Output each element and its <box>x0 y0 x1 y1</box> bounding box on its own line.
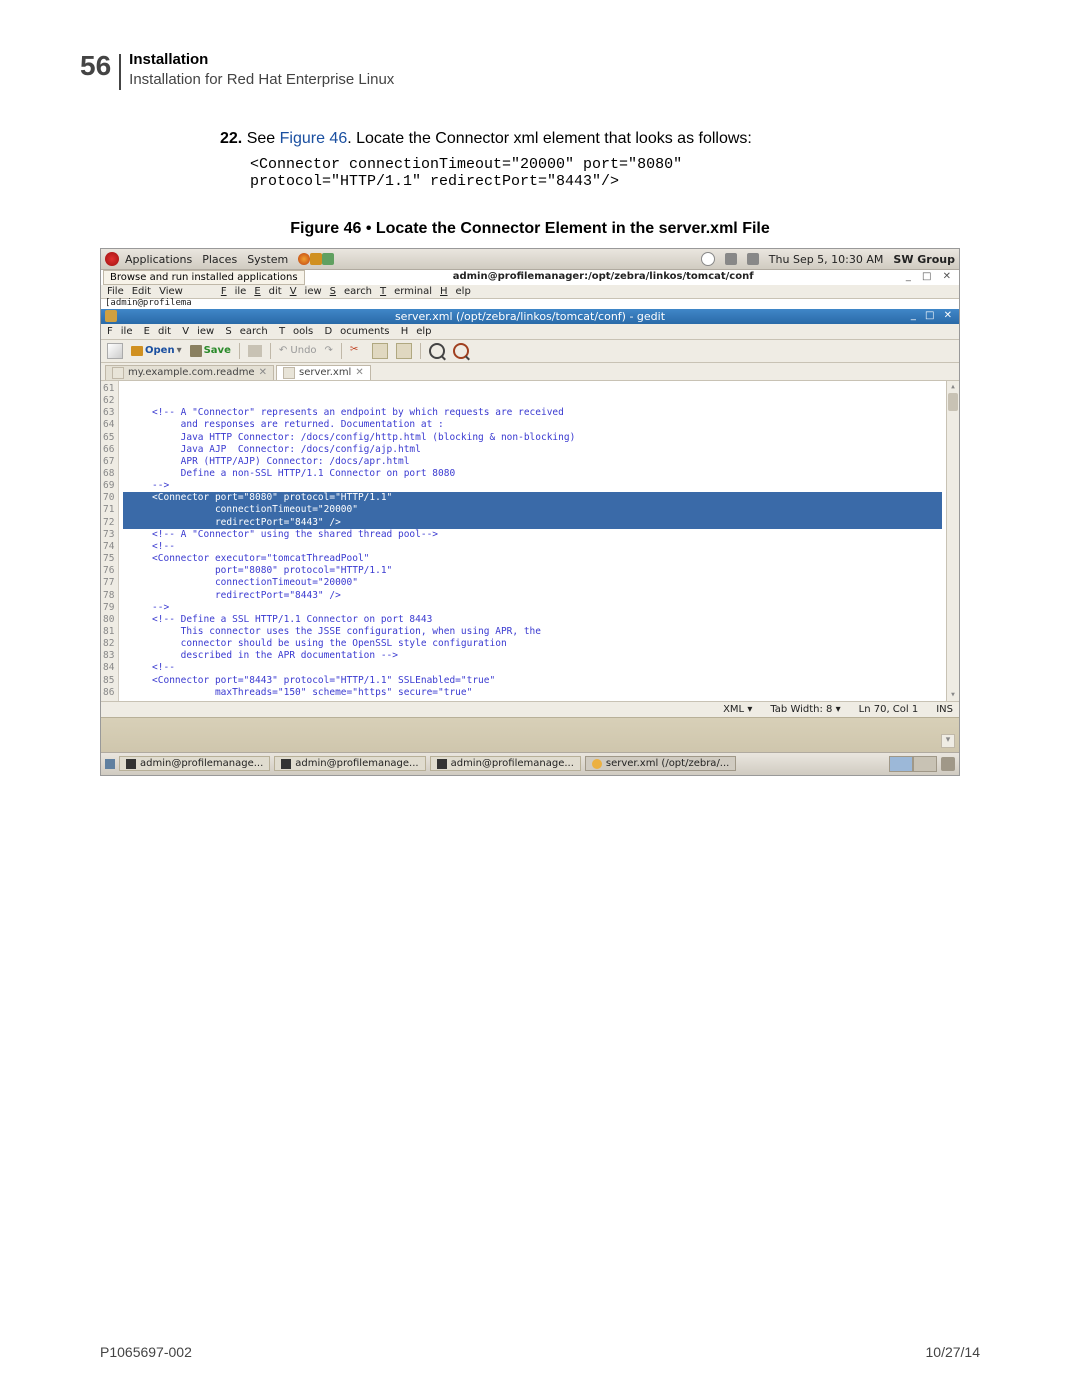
open-button[interactable]: Open ▾ <box>131 345 182 356</box>
app-icon[interactable] <box>322 253 334 265</box>
header-title: Installation <box>129 50 394 70</box>
terminal-file-menu[interactable]: File <box>221 286 246 297</box>
applications-menu[interactable]: Applications <box>125 253 192 266</box>
terminal-body: [admin@profilema <box>101 299 959 309</box>
tab-width-selector[interactable]: Tab Width: 8 ▾ <box>770 704 840 715</box>
page-footer: P1065697-002 10/27/14 <box>100 1344 980 1360</box>
step-22: 22. See Figure 46. Locate the Connector … <box>220 130 980 148</box>
system-menu[interactable]: System <box>247 253 288 266</box>
user-menu[interactable]: SW Group <box>893 253 955 266</box>
save-button[interactable]: Save <box>190 345 231 357</box>
new-icon[interactable] <box>107 343 123 359</box>
gedit-titlebar[interactable]: server.xml (/opt/zebra/linkos/tomcat/con… <box>101 309 959 324</box>
insert-mode: INS <box>936 704 953 715</box>
places-menu[interactable]: Places <box>202 253 237 266</box>
terminal-title: admin@profilemanager:/opt/zebra/linkos/t… <box>305 270 902 282</box>
info-icon[interactable] <box>701 252 715 266</box>
gedit-menubar: File Edit View Search Tools Documents He… <box>101 324 959 340</box>
taskbar-item-terminal[interactable]: admin@profilemanage... <box>119 756 270 771</box>
document-date: 10/27/14 <box>926 1344 981 1360</box>
volume-icon[interactable] <box>725 253 737 265</box>
gedit-file-menu[interactable]: File <box>107 326 132 337</box>
gedit-tabs: my.example.com.readme ✕ server.xml ✕ <box>101 363 959 381</box>
find-icon[interactable] <box>429 343 445 359</box>
page-number: 56 <box>80 50 111 82</box>
figure-caption: Figure 46 • Locate the Connector Element… <box>80 220 980 238</box>
print-button[interactable] <box>248 345 262 357</box>
code-content[interactable]: <!-- A "Connector" represents an endpoin… <box>119 381 946 701</box>
step-number: 22. <box>220 130 242 147</box>
file-icon <box>112 367 124 379</box>
gedit-app-icon <box>105 310 117 322</box>
header-divider <box>119 54 121 90</box>
network-icon[interactable] <box>747 253 759 265</box>
undo-button: ↶ Undo <box>279 345 317 356</box>
cut-icon[interactable]: ✂ <box>350 344 364 358</box>
header-subtitle: Installation for Red Hat Enterprise Linu… <box>129 70 394 90</box>
tab-server-xml[interactable]: server.xml ✕ <box>276 365 371 380</box>
gnome-bottom-panel: admin@profilemanage... admin@profilemana… <box>101 752 959 775</box>
taskbar-item-terminal[interactable]: admin@profilemanage... <box>430 756 581 771</box>
desktop-background: ▾ <box>101 717 959 752</box>
editor-area[interactable]: 6162636465666768697071727374757677787980… <box>101 381 959 701</box>
terminal-view-menu[interactable]: View <box>290 286 322 297</box>
terminal-edit-menu[interactable]: Edit <box>254 286 281 297</box>
show-desktop-icon[interactable] <box>105 759 115 769</box>
taskbar-item-terminal[interactable]: admin@profilemanage... <box>274 756 425 771</box>
bg-menubar: File Edit View File Edit View Search Ter… <box>101 285 959 299</box>
tooltip: Browse and run installed applications <box>103 270 305 285</box>
close-icon[interactable]: ✕ <box>259 367 267 378</box>
selected-line: <Connector port="8080" protocol="HTTP/1.… <box>123 492 942 504</box>
firefox-icon[interactable] <box>298 253 310 265</box>
language-selector[interactable]: XML ▾ <box>723 704 752 715</box>
cursor-position: Ln 70, Col 1 <box>859 704 919 715</box>
gedit-search-menu[interactable]: Search <box>225 326 267 337</box>
line-gutter: 6162636465666768697071727374757677787980… <box>101 381 119 701</box>
gedit-help-menu[interactable]: Help <box>401 326 432 337</box>
figure-link[interactable]: Figure 46 <box>280 130 348 147</box>
redo-button: ↷ <box>325 345 333 356</box>
workspace-pager[interactable] <box>889 756 937 772</box>
trash-icon[interactable] <box>941 757 955 771</box>
file-icon <box>283 367 295 379</box>
close-icon[interactable]: ✕ <box>355 367 363 378</box>
code-block: <Connector connectionTimeout="20000" por… <box>250 156 980 190</box>
gedit-statusbar: XML ▾ Tab Width: 8 ▾ Ln 70, Col 1 INS <box>101 701 959 717</box>
tab-readme[interactable]: my.example.com.readme ✕ <box>105 365 274 380</box>
terminal-help-menu[interactable]: Help <box>440 286 471 297</box>
screenshot-figure-46: Applications Places System Thu Sep 5, 10… <box>100 248 960 776</box>
gnome-top-panel: Applications Places System Thu Sep 5, 10… <box>101 249 959 270</box>
clock[interactable]: Thu Sep 5, 10:30 AM <box>769 253 884 266</box>
gedit-edit-menu[interactable]: Edit <box>144 326 171 337</box>
taskbar-item-gedit[interactable]: server.xml (/opt/zebra/... <box>585 756 736 771</box>
app-icon[interactable] <box>310 253 322 265</box>
window-controls[interactable]: _ □ ✕ <box>902 270 959 283</box>
copy-icon[interactable] <box>372 343 388 359</box>
scroll-corner[interactable]: ▾ <box>941 734 955 748</box>
paste-icon[interactable] <box>396 343 412 359</box>
gedit-tools-menu[interactable]: Tools <box>279 326 313 337</box>
terminal-search-menu[interactable]: Search <box>330 286 372 297</box>
gedit-documents-menu[interactable]: Documents <box>324 326 389 337</box>
vertical-scrollbar[interactable]: ▴ ▾ <box>946 381 959 701</box>
gedit-view-menu[interactable]: View <box>182 326 214 337</box>
terminal-terminal-menu[interactable]: Terminal <box>380 286 432 297</box>
find-replace-icon[interactable] <box>453 343 469 359</box>
window-controls[interactable]: _ □ ✕ <box>911 310 955 321</box>
redhat-icon <box>105 252 119 266</box>
page-header: 56 Installation Installation for Red Hat… <box>80 50 980 90</box>
document-id: P1065697-002 <box>100 1344 192 1360</box>
gedit-toolbar: Open ▾ Save ↶ Undo ↷ ✂ <box>101 340 959 363</box>
